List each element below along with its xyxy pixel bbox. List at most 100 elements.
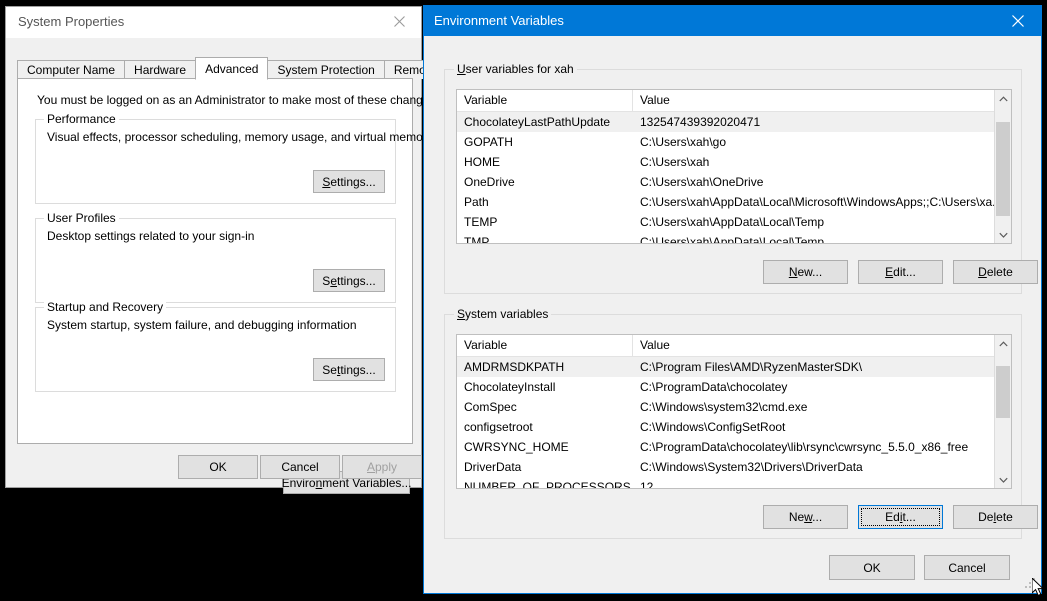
startup-recovery-settings-button[interactable]: Settings... [313, 358, 385, 381]
system-variables-header: Variable Value [457, 335, 1011, 357]
table-row[interactable]: configsetroot C:\Windows\ConfigSetRoot [457, 417, 1011, 437]
close-icon[interactable] [377, 7, 421, 36]
system-delete-button[interactable]: Delete [953, 505, 1038, 529]
system-new-button[interactable]: New... [763, 505, 848, 529]
cell-variable: DriverData [457, 458, 633, 477]
table-row[interactable]: ChocolateyLastPathUpdate 132547439392020… [457, 112, 1011, 132]
cell-value: 132547439392020471 [633, 113, 1011, 132]
user-new-button[interactable]: New... [763, 260, 848, 284]
performance-description: Visual effects, processor scheduling, me… [47, 130, 433, 144]
cell-variable: OneDrive [457, 173, 633, 192]
cell-value: C:\ProgramData\chocolatey\lib\rsync\cwrs… [633, 438, 1011, 457]
cell-value: C:\Users\xah\AppData\Local\Temp [633, 213, 1011, 232]
user-profiles-group-label: User Profiles [44, 211, 119, 225]
cell-value: C:\Program Files\AMD\RyzenMasterSDK\ [633, 358, 1011, 377]
table-row[interactable]: DriverData C:\Windows\System32\Drivers\D… [457, 457, 1011, 477]
cell-value: C:\ProgramData\chocolatey [633, 378, 1011, 397]
table-row[interactable]: TEMP C:\Users\xah\AppData\Local\Temp [457, 212, 1011, 232]
system-variables-scrollbar[interactable] [994, 335, 1011, 488]
performance-settings-button[interactable]: Settings... [313, 170, 385, 193]
performance-group: Performance Visual effects, processor sc… [35, 119, 396, 204]
cell-variable: TMP [457, 233, 633, 245]
scrollbar-thumb[interactable] [996, 122, 1010, 216]
table-row[interactable]: GOPATH C:\Users\xah\go [457, 132, 1011, 152]
environment-variables-title: Environment Variables [434, 13, 564, 28]
cell-variable: HOME [457, 153, 633, 172]
tab-system-protection[interactable]: System Protection [267, 60, 384, 79]
cell-value: C:\Users\xah [633, 153, 1011, 172]
system-variables-group-label: System variables [454, 307, 551, 321]
user-variables-listview[interactable]: Variable Value ChocolateyLastPathUpdate … [456, 89, 1012, 244]
administrator-note: You must be logged on as an Administrato… [37, 93, 439, 107]
table-row[interactable]: ComSpec C:\Windows\system32\cmd.exe [457, 397, 1011, 417]
advanced-tab-panel: You must be logged on as an Administrato… [17, 78, 413, 444]
cell-value: C:\Windows\ConfigSetRoot [633, 418, 1011, 437]
ok-button[interactable]: OK [178, 455, 258, 479]
system-variables-group: System variables Variable Value AMDRMSDK… [444, 314, 1022, 539]
system-properties-window: System Properties Computer Name Hardware… [5, 6, 422, 488]
user-variables-scrollbar[interactable] [994, 90, 1011, 243]
system-variables-listview[interactable]: Variable Value AMDRMSDKPATH C:\Program F… [456, 334, 1012, 489]
cell-variable: ComSpec [457, 398, 633, 417]
cell-variable: TEMP [457, 213, 633, 232]
table-row[interactable]: NUMBER_OF_PROCESSORS 12 [457, 477, 1011, 489]
resize-grip-icon[interactable] [1025, 578, 1037, 590]
cell-value: C:\Windows\System32\Drivers\DriverData [633, 458, 1011, 477]
cell-variable: GOPATH [457, 133, 633, 152]
performance-group-label: Performance [44, 112, 119, 126]
table-row[interactable]: TMP C:\Users\xah\AppData\Local\Temp [457, 232, 1011, 244]
environment-variables-titlebar[interactable]: Environment Variables [424, 6, 1041, 36]
user-profiles-settings-button[interactable]: Settings... [313, 269, 385, 292]
user-variables-group: User variables for xah Variable Value Ch… [444, 69, 1022, 294]
cell-variable: NUMBER_OF_PROCESSORS [457, 478, 633, 490]
chevron-up-icon[interactable] [995, 90, 1011, 107]
table-row[interactable]: ChocolateyInstall C:\ProgramData\chocola… [457, 377, 1011, 397]
cell-variable: ChocolateyInstall [457, 378, 633, 397]
column-header-variable[interactable]: Variable [457, 90, 633, 111]
table-row[interactable]: AMDRMSDKPATH C:\Program Files\AMD\RyzenM… [457, 357, 1011, 377]
env-cancel-button[interactable]: Cancel [924, 555, 1010, 580]
chevron-down-icon[interactable] [995, 226, 1011, 243]
column-header-value[interactable]: Value [633, 90, 1011, 111]
table-row[interactable]: Path C:\Users\xah\AppData\Local\Microsof… [457, 192, 1011, 212]
user-delete-button[interactable]: Delete [953, 260, 1038, 284]
user-profiles-group: User Profiles Desktop settings related t… [35, 218, 396, 303]
cell-value: C:\Users\xah\AppData\Local\Microsoft\Win… [633, 193, 1011, 212]
tab-strip: Computer Name Hardware Advanced System P… [17, 57, 413, 80]
environment-variables-window: Environment Variables User variables for… [423, 5, 1042, 594]
column-header-variable[interactable]: Variable [457, 335, 633, 356]
table-row[interactable]: HOME C:\Users\xah [457, 152, 1011, 172]
apply-button: Apply [342, 455, 422, 479]
chevron-down-icon[interactable] [995, 471, 1011, 488]
user-profiles-description: Desktop settings related to your sign-in [47, 229, 254, 243]
table-row[interactable]: CWRSYNC_HOME C:\ProgramData\chocolatey\l… [457, 437, 1011, 457]
close-icon[interactable] [995, 6, 1041, 36]
chevron-up-icon[interactable] [995, 335, 1011, 352]
system-properties-footer: OK Cancel Apply [6, 450, 421, 488]
user-variables-group-label: User variables for xah [454, 62, 577, 76]
system-edit-button[interactable]: Edit... [858, 505, 943, 529]
cell-variable: AMDRMSDKPATH [457, 358, 633, 377]
cell-value: C:\Users\xah\go [633, 133, 1011, 152]
cell-value: C:\Windows\system32\cmd.exe [633, 398, 1011, 417]
cell-variable: configsetroot [457, 418, 633, 437]
column-header-value[interactable]: Value [633, 335, 1011, 356]
cell-value: 12 [633, 478, 1011, 490]
tab-hardware[interactable]: Hardware [124, 60, 196, 79]
cancel-button[interactable]: Cancel [260, 455, 340, 479]
env-ok-button[interactable]: OK [829, 555, 915, 580]
system-properties-titlebar[interactable]: System Properties [6, 7, 421, 38]
startup-recovery-group-label: Startup and Recovery [44, 300, 166, 314]
table-row[interactable]: OneDrive C:\Users\xah\OneDrive [457, 172, 1011, 192]
cell-value: C:\Users\xah\OneDrive [633, 173, 1011, 192]
scrollbar-thumb[interactable] [996, 366, 1010, 418]
tab-advanced[interactable]: Advanced [195, 57, 268, 80]
cell-variable: ChocolateyLastPathUpdate [457, 113, 633, 132]
cell-variable: CWRSYNC_HOME [457, 438, 633, 457]
cell-value: C:\Users\xah\AppData\Local\Temp [633, 233, 1011, 245]
user-edit-button[interactable]: Edit... [858, 260, 943, 284]
startup-recovery-description: System startup, system failure, and debu… [47, 318, 357, 332]
system-variables-rows: AMDRMSDKPATH C:\Program Files\AMD\RyzenM… [457, 357, 1011, 489]
tab-computer-name[interactable]: Computer Name [17, 60, 125, 79]
user-variables-header: Variable Value [457, 90, 1011, 112]
